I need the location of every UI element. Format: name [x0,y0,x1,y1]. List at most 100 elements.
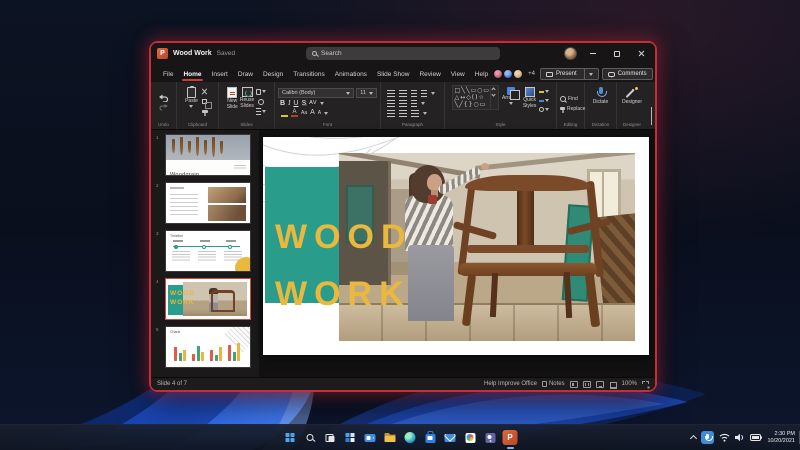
arrange-button[interactable]: Arrange [502,85,520,105]
comments-button[interactable]: Comments [602,68,653,80]
volume-icon[interactable] [735,433,745,442]
taskbar-clock[interactable]: 2:30 PM 10/20/2021 [767,431,795,444]
tab-help[interactable]: Help [470,71,493,82]
task-view-button[interactable] [322,429,339,446]
chat-button[interactable] [362,429,379,446]
help-improve-office-link[interactable]: Help Improve Office [484,381,537,387]
wifi-icon[interactable] [719,433,730,442]
grow-font-button[interactable]: A [310,110,315,116]
file-explorer-button[interactable] [382,429,399,446]
numbering-icon[interactable] [399,90,407,97]
battery-icon[interactable] [750,434,762,441]
format-painter-button[interactable] [200,108,210,115]
paste-button[interactable]: Paste [185,85,198,108]
slideshow-view-button[interactable] [609,381,617,388]
tab-animations[interactable]: Animations [330,71,372,82]
shapes-gallery[interactable]: □╲╲▭○▭ △↔◇()☆ ╲╱{}○▭ [452,85,499,110]
collaborator-avatar-1[interactable] [493,69,503,79]
align-center-icon[interactable] [399,100,407,107]
tab-transitions[interactable]: Transitions [288,71,330,82]
slide-thumbnail-1[interactable]: 1 Woodgrain [165,134,251,176]
fit-to-window-icon[interactable] [642,381,649,388]
justify-icon[interactable] [399,110,407,117]
shape-effects-button[interactable] [539,106,549,113]
tab-file[interactable]: File [158,71,178,82]
section-button[interactable] [256,108,266,115]
columns-icon[interactable] [411,110,419,117]
font-name-select[interactable]: Calibri (Body) [278,88,354,98]
tab-home[interactable]: Home [178,71,206,82]
slide-thumbnail-5[interactable]: 5 Charts [165,326,251,368]
microphone-in-use-icon[interactable] [701,431,714,444]
close-button[interactable] [633,47,649,61]
line-spacing-icon[interactable] [411,100,417,107]
shrink-font-button[interactable]: A [318,110,321,116]
collapse-ribbon-button[interactable] [651,108,652,126]
character-spacing-button[interactable]: AV [309,100,317,107]
align-left-icon[interactable] [387,100,395,107]
normal-view-button[interactable] [570,381,578,388]
slide-thumbnail-3[interactable]: 3 Timeline [165,230,251,272]
slide-title-text[interactable]: WOOD WORK [275,209,413,323]
cut-button[interactable] [200,88,210,95]
edge-button[interactable] [402,429,419,446]
tab-view[interactable]: View [446,71,470,82]
reuse-slides-button[interactable]: Reuse Slides [240,85,254,109]
teams-button[interactable] [482,429,499,446]
mail-button[interactable] [442,429,459,446]
find-button[interactable]: Find [560,96,578,102]
taskbar-search-button[interactable] [302,429,319,446]
undo-icon[interactable] [158,94,169,102]
font-color-button[interactable]: A [291,109,298,117]
tab-slide-show[interactable]: Slide Show [372,71,415,82]
tray-overflow-chevron[interactable] [690,435,697,442]
minimize-button[interactable] [585,47,601,61]
collaborator-avatar-2[interactable] [503,69,513,79]
collaborator-overflow-count[interactable]: +4 [528,71,535,77]
reading-view-button[interactable] [596,381,604,388]
underline-button[interactable]: U [293,100,298,107]
highlight-color-button[interactable] [280,109,288,117]
bold-button[interactable]: B [280,100,285,107]
slide-editor[interactable]: WOOD WORK [263,137,649,355]
tab-insert[interactable]: Insert [207,71,233,82]
text-shadow-button[interactable]: S [301,100,306,107]
italic-button[interactable]: I [288,100,290,107]
indent-decrease-icon[interactable] [411,90,417,97]
shapes-scroll[interactable] [490,87,496,108]
reset-button[interactable] [256,98,266,105]
search-box[interactable]: Search [306,47,500,60]
zoom-level[interactable]: 100% [622,381,637,387]
present-button[interactable]: Present [540,68,599,80]
slide-thumbnail-2[interactable]: 2 [165,182,251,224]
maximize-button[interactable] [609,47,625,61]
powerpoint-taskbar-button[interactable]: P [502,429,519,446]
powerpoint-app-icon[interactable]: P [157,48,168,59]
copy-button[interactable] [200,98,210,105]
align-right-icon[interactable] [387,110,395,117]
bullets-icon[interactable] [387,90,395,97]
slide-thumbnail-4-selected[interactable]: 4 WOODWORK [165,278,251,320]
save-status[interactable]: Saved [217,50,235,57]
shape-fill-button[interactable] [539,88,549,95]
replace-button[interactable]: Replace [560,106,585,112]
quick-styles-button[interactable]: Quick Styles [523,85,537,109]
indent-increase-icon[interactable] [421,90,427,97]
tab-draw[interactable]: Draw [233,71,258,82]
designer-button[interactable]: Designer [622,85,642,105]
dictate-button[interactable]: Dictate [593,85,609,105]
widgets-button[interactable] [342,429,359,446]
notes-button[interactable]: Notes [542,381,565,387]
present-dropdown[interactable] [584,69,593,79]
shape-outline-button[interactable] [539,97,549,104]
new-slide-button[interactable]: New Slide [227,85,238,110]
font-size-select[interactable]: 11 [356,88,377,98]
start-button[interactable] [282,429,299,446]
account-avatar[interactable] [564,47,577,60]
change-case-button[interactable]: Aa [301,110,307,116]
store-button[interactable] [422,429,439,446]
redo-icon[interactable] [158,104,169,111]
layout-button[interactable] [256,88,266,95]
collaborator-avatar-3[interactable] [513,69,523,79]
slide-sorter-view-button[interactable] [583,381,591,388]
